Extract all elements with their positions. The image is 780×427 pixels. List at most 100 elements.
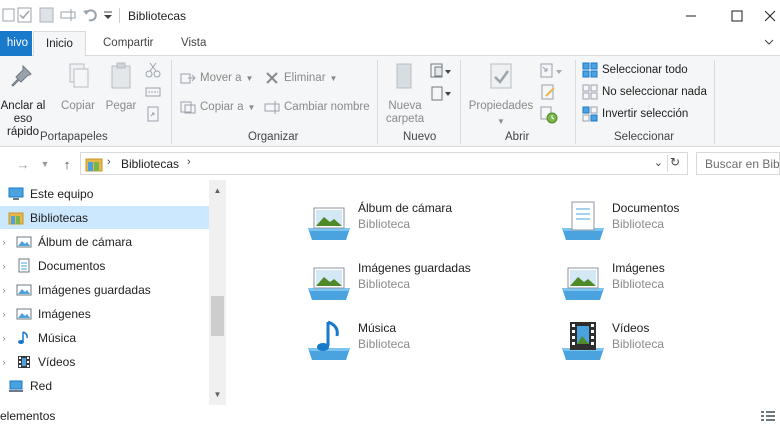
image-library-icon — [308, 207, 350, 240]
copy-label: Copiar — [61, 100, 95, 112]
properties-icon — [490, 63, 512, 89]
history-icon[interactable] — [540, 106, 558, 124]
tree-item-imagenes[interactable]: › Imágenes — [0, 302, 209, 325]
tree-item-este-equipo[interactable]: Este equipo — [0, 182, 209, 205]
select-none-button[interactable]: No seleccionar nada — [582, 83, 707, 101]
image-library-icon — [16, 236, 32, 247]
easy-access-icon[interactable] — [430, 84, 452, 102]
music-library-icon — [18, 330, 28, 344]
copy-to-button[interactable]: Copiar a ▼ — [180, 98, 255, 116]
library-name: Vídeos — [612, 321, 650, 335]
move-to-label: Mover a — [200, 72, 242, 84]
address-dropdown-icon[interactable]: ⌄ — [654, 156, 663, 169]
tree-item-videos[interactable]: › Vídeos — [0, 350, 209, 373]
copy-button[interactable]: Copiar — [58, 60, 98, 113]
chevron-right-icon[interactable]: › — [0, 237, 8, 247]
properties-label: Propiedades — [468, 100, 534, 112]
library-item-imagenes-guardadas[interactable]: Imágenes guardadas Biblioteca — [306, 260, 546, 306]
navigation-bar: → ▼ ↑ › Bibliotecas › ⌄ ↻ Buscar en Bibl… — [0, 151, 780, 177]
new-folder-label-line2: carpeta — [385, 113, 425, 125]
delete-button[interactable]: Eliminar ▼ — [264, 69, 337, 87]
new-folder-qa-icon[interactable] — [39, 6, 55, 24]
scroll-down-icon[interactable]: ▼ — [209, 386, 226, 403]
video-library-icon — [562, 322, 604, 360]
library-item-imagenes[interactable]: Imágenes Biblioteca — [560, 260, 780, 306]
customize-qa-dropdown-icon[interactable] — [103, 6, 113, 24]
select-all-icon — [582, 62, 598, 78]
image-library-icon — [308, 267, 350, 300]
select-all-button[interactable]: Seleccionar todo — [582, 61, 688, 79]
library-type: Biblioteca — [612, 217, 665, 231]
chevron-right-icon[interactable]: › — [0, 357, 8, 367]
chevron-right-icon[interactable]: › — [0, 285, 8, 295]
copy-path-icon[interactable] — [145, 84, 161, 100]
copy-icon — [69, 63, 89, 88]
library-item-musica[interactable]: Música Biblioteca — [306, 320, 546, 366]
nav-pane-scrollbar[interactable]: ▲ ▼ — [209, 180, 226, 405]
select-none-icon — [582, 84, 598, 100]
search-input[interactable]: Buscar en Bibliotecas — [696, 152, 780, 175]
library-type: Biblioteca — [612, 337, 665, 351]
move-to-button[interactable]: Mover a ▼ — [180, 69, 253, 87]
tree-item-bibliotecas[interactable]: Bibliotecas — [0, 206, 209, 229]
copy-to-dropdown-icon: ▼ — [247, 102, 256, 112]
library-type: Biblioteca — [358, 277, 411, 291]
ribbon-separator — [575, 60, 576, 144]
open-icon[interactable] — [540, 62, 564, 80]
chevron-right-icon[interactable]: › — [0, 309, 8, 319]
documents-library-icon — [562, 201, 604, 240]
library-item-album-de-camara[interactable]: Álbum de cámara Biblioteca — [306, 200, 546, 246]
tree-label: Red — [30, 378, 53, 393]
ribbon-separator — [460, 60, 461, 144]
breadcrumb-bibliotecas[interactable]: Bibliotecas — [121, 157, 179, 171]
close-button[interactable] — [760, 0, 780, 31]
new-folder-button[interactable]: Nueva carpeta — [383, 60, 427, 126]
back-button[interactable]: → — [14, 154, 32, 174]
tab-archivo[interactable]: hivo — [0, 31, 32, 56]
chevron-right-icon[interactable]: › — [0, 261, 8, 271]
tree-label: Álbum de cámara — [38, 234, 133, 249]
rename-qa-icon[interactable] — [60, 6, 78, 24]
content-pane: Álbum de cámara Biblioteca Documentos Bi… — [228, 180, 780, 405]
recent-locations-button[interactable]: ▼ — [36, 154, 54, 174]
tree-item-documentos[interactable]: › Documentos — [0, 254, 209, 277]
minimize-button[interactable] — [668, 0, 714, 31]
paste-icon — [111, 62, 131, 89]
pin-quick-access-button[interactable]: Anclar al eso rápido — [0, 60, 46, 139]
tree-item-imagenes-guardadas[interactable]: › Imágenes guardadas — [0, 278, 209, 301]
status-bar: elementos — [0, 405, 780, 427]
tree-item-red[interactable]: Red — [0, 374, 209, 397]
up-button[interactable]: ↑ — [58, 154, 76, 174]
paste-button[interactable]: Pegar — [102, 60, 140, 113]
library-type: Biblioteca — [612, 277, 665, 291]
undo-icon[interactable] — [82, 6, 98, 24]
new-folder-label-line1: Nueva — [388, 100, 422, 112]
tab-inicio[interactable]: Inicio — [33, 31, 86, 57]
scrollbar-thumb[interactable] — [211, 296, 224, 336]
library-item-documentos[interactable]: Documentos Biblioteca — [560, 200, 780, 246]
rename-button[interactable]: Cambiar nombre — [264, 98, 370, 116]
invert-selection-button[interactable]: Invertir selección — [582, 105, 688, 123]
library-item-videos[interactable]: Vídeos Biblioteca — [560, 320, 780, 366]
cut-icon[interactable] — [145, 62, 161, 78]
tab-vista[interactable]: Vista — [169, 31, 218, 56]
properties-button[interactable]: Propiedades ▼ — [466, 60, 536, 128]
maximize-button[interactable] — [714, 0, 760, 31]
invert-selection-icon — [582, 106, 598, 122]
new-item-icon[interactable] — [430, 62, 452, 80]
breadcrumb-separator-icon[interactable]: › — [187, 156, 191, 168]
tree-item-album-de-camara[interactable]: › Álbum de cámara — [0, 230, 209, 253]
tree-item-musica[interactable]: › Música — [0, 326, 209, 349]
address-bar[interactable]: › Bibliotecas › ⌄ ↻ — [80, 152, 688, 175]
chevron-right-icon[interactable]: › — [0, 333, 8, 343]
group-label-seleccionar: Seleccionar — [614, 131, 675, 143]
navigation-pane: Este equipo Bibliotecas › Álbum de cámar… — [0, 180, 227, 405]
tab-compartir[interactable]: Compartir — [91, 31, 165, 56]
refresh-icon[interactable]: ↻ — [667, 155, 683, 172]
collapse-ribbon-chevron-icon[interactable] — [764, 37, 774, 47]
scroll-up-icon[interactable]: ▲ — [209, 182, 226, 199]
properties-check-icon[interactable] — [17, 6, 33, 24]
paste-shortcut-icon[interactable] — [145, 106, 161, 122]
details-view-icon[interactable] — [760, 409, 776, 423]
edit-icon[interactable] — [540, 84, 558, 102]
